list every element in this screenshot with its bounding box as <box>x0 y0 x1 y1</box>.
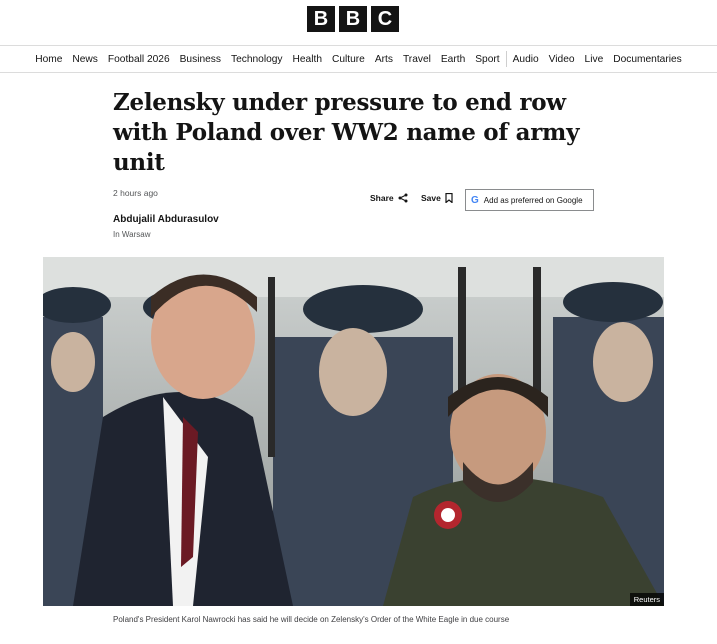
share-label: Share <box>370 193 394 203</box>
share-button[interactable]: Share <box>370 193 408 203</box>
nav-item-audio[interactable]: Audio <box>508 54 544 65</box>
nav-item-video[interactable]: Video <box>544 54 580 65</box>
nav-item-news[interactable]: News <box>67 54 102 65</box>
nav-item-culture[interactable]: Culture <box>327 54 370 65</box>
nav-item-arts[interactable]: Arts <box>370 54 398 65</box>
photo-credit: Reuters <box>629 593 664 606</box>
add-preferred-google-button[interactable]: G Add as preferred on Google <box>465 189 594 211</box>
nav-item-live[interactable]: Live <box>580 54 609 65</box>
bbc-logo[interactable]: B B C <box>307 6 399 32</box>
bbc-logo-letter: B <box>307 6 335 32</box>
nav-item-earth[interactable]: Earth <box>436 54 470 65</box>
nav-item-health[interactable]: Health <box>288 54 327 65</box>
google-button-label: Add as preferred on Google <box>483 195 583 205</box>
article-location: In Warsaw <box>113 230 151 239</box>
google-icon: G <box>471 194 479 206</box>
save-label: Save <box>421 193 441 203</box>
nav-divider <box>505 51 507 67</box>
nav-item-football[interactable]: Football 2026 <box>103 54 175 65</box>
article-photo: Reuters <box>43 257 664 606</box>
article-author[interactable]: Abdujalil Abdurasulov <box>113 214 219 225</box>
photo-illustration <box>43 257 664 606</box>
bbc-logo-letter: B <box>339 6 367 32</box>
nav-item-business[interactable]: Business <box>175 54 226 65</box>
article-timestamp: 2 hours ago <box>113 188 158 198</box>
nav-item-technology[interactable]: Technology <box>226 54 288 65</box>
main-nav: Home News Football 2026 Business Technol… <box>0 45 717 73</box>
masthead: B B C <box>0 0 717 45</box>
article-headline: Zelensky under pressure to end row with … <box>113 89 580 176</box>
nav-item-sport[interactable]: Sport <box>470 54 504 65</box>
photo-caption: Poland's President Karol Nawrocki has sa… <box>113 615 510 624</box>
bbc-logo-letter: C <box>371 6 399 32</box>
nav-item-travel[interactable]: Travel <box>398 54 436 65</box>
nav-item-documentaries[interactable]: Documentaries <box>608 54 687 65</box>
bookmark-icon <box>445 193 453 203</box>
nav-item-home[interactable]: Home <box>30 54 67 65</box>
share-icon <box>398 193 408 203</box>
save-button[interactable]: Save <box>421 193 453 203</box>
